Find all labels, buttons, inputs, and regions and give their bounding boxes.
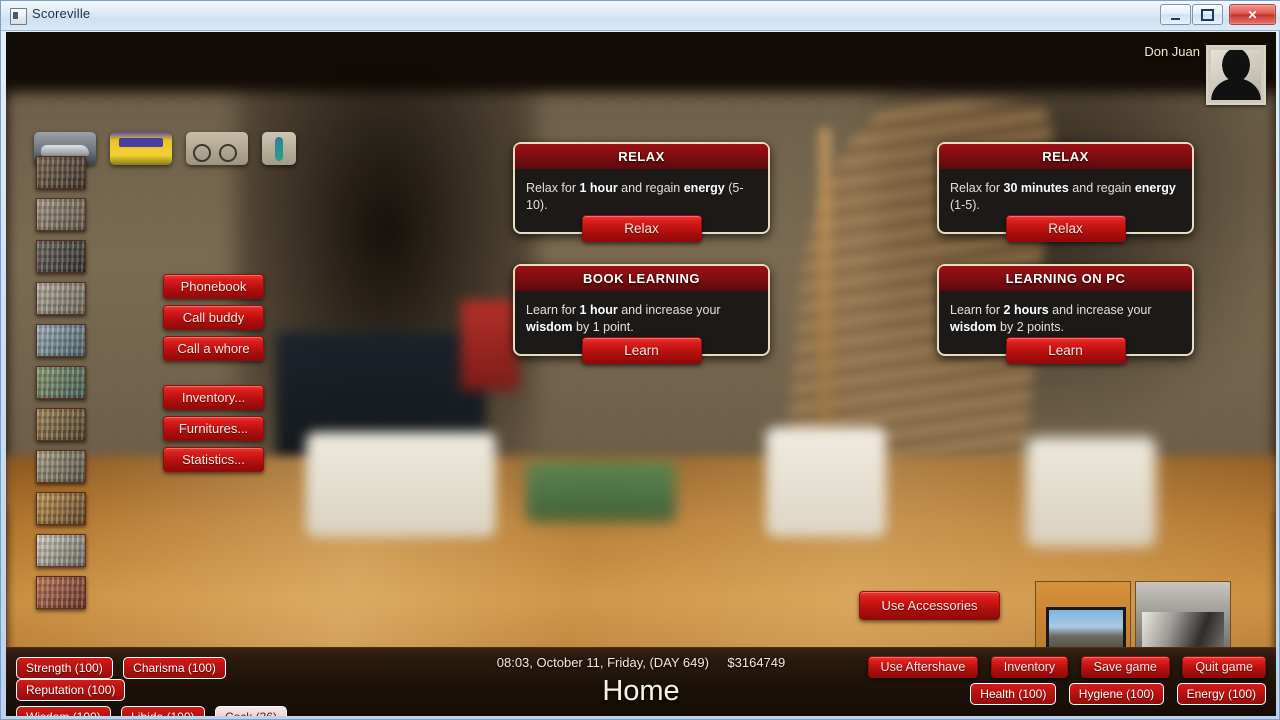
panel-relax-right: RELAX Relax for 30 minutes and regain en…: [937, 142, 1194, 242]
text-bold-stat: energy: [683, 181, 725, 195]
window-title: Scoreville: [32, 6, 91, 21]
status-bar-actions: Use Aftershave Inventory Save game Quit …: [860, 656, 1266, 705]
action-buttons-row: Use Aftershave Inventory Save game Quit …: [860, 656, 1266, 683]
text-pre: Learn for: [526, 303, 580, 317]
background-sofa-left: [306, 432, 496, 537]
use-aftershave-button[interactable]: Use Aftershave: [867, 656, 979, 678]
call-a-whore-button[interactable]: Call a whore: [163, 336, 264, 361]
book-learning-learn-button[interactable]: Learn: [581, 337, 702, 364]
stat-libido: Libido (100): [121, 706, 205, 716]
panel-learning-on-pc-title: LEARNING ON PC: [939, 266, 1192, 291]
avatar[interactable]: [1206, 45, 1266, 105]
transport-walk-icon[interactable]: [262, 132, 296, 165]
game-datetime: 08:03, October 11, Friday, (DAY 649): [496, 655, 709, 670]
call-buddy-button[interactable]: Call buddy: [163, 305, 264, 330]
text-mid: and increase your: [617, 303, 721, 317]
learning-on-pc-learn-button[interactable]: Learn: [1005, 337, 1126, 364]
stat-energy: Energy (100): [1176, 683, 1266, 705]
player-name: Don Juan: [1144, 44, 1200, 59]
stat-hygiene: Hygiene (100): [1068, 683, 1165, 705]
left-action-menu: Phonebook Call buddy Call a whore Invent…: [163, 274, 264, 478]
location-thumb-11[interactable]: [36, 576, 86, 609]
location-thumb-6[interactable]: [36, 366, 86, 399]
application-window: Scoreville ✕ Don Juan Phonebook Call bud…: [0, 0, 1280, 720]
stat-wisdom: Wisdom (100): [16, 706, 111, 716]
inventory-menu-button[interactable]: Inventory...: [163, 385, 264, 410]
location-strip: [36, 156, 86, 609]
stats-row-2: Wisdom (100) Libido (100) Cock (36): [16, 706, 346, 716]
text-pre: Learn for: [950, 303, 1004, 317]
furnitures-button[interactable]: Furnitures...: [163, 416, 264, 441]
stat-health: Health (100): [970, 683, 1057, 705]
panel-relax-left: RELAX Relax for 1 hour and regain energy…: [513, 142, 770, 242]
minimize-button[interactable]: [1160, 4, 1191, 25]
quit-game-button[interactable]: Quit game: [1182, 656, 1266, 678]
panel-relax-left-title: RELAX: [515, 144, 768, 169]
stat-cock: Cock (36): [214, 706, 287, 716]
text-mid: and regain: [1068, 181, 1135, 195]
vital-stats-row: Health (100) Hygiene (100) Energy (100): [860, 683, 1266, 705]
background-sofa-right: [1026, 437, 1156, 547]
player-money: $3164749: [727, 655, 786, 670]
location-thumb-1[interactable]: [36, 156, 86, 189]
close-button[interactable]: ✕: [1229, 4, 1276, 25]
text-mid: and increase your: [1048, 303, 1152, 317]
text-bold-stat: wisdom: [526, 320, 573, 334]
close-icon: ✕: [1247, 7, 1258, 22]
text-bold-duration: 1 hour: [579, 303, 618, 317]
game-viewport: Don Juan Phonebook Call buddy Call a who…: [6, 32, 1276, 716]
text-mid: and regain: [617, 181, 684, 195]
background-table: [526, 462, 676, 522]
relax-right-button[interactable]: Relax: [1005, 215, 1126, 242]
app-icon: [10, 8, 27, 25]
person-silhouette-icon: [1211, 50, 1261, 100]
text-pre: Relax for: [526, 181, 580, 195]
inventory-button[interactable]: Inventory: [990, 656, 1069, 678]
panel-book-learning: BOOK LEARNING Learn for 1 hour and incre…: [513, 264, 770, 364]
panel-learning-on-pc: LEARNING ON PC Learn for 2 hours and inc…: [937, 264, 1194, 364]
text-bold-duration: 2 hours: [1003, 303, 1049, 317]
panel-book-learning-title: BOOK LEARNING: [515, 266, 768, 291]
minimize-icon: [1161, 5, 1190, 24]
location-thumb-9[interactable]: [36, 492, 86, 525]
panel-relax-right-title: RELAX: [939, 144, 1192, 169]
status-bar: Strength (100) Charisma (100) Reputation…: [6, 647, 1276, 716]
transport-taxi-icon[interactable]: [110, 132, 172, 165]
text-bold-stat: wisdom: [950, 320, 997, 334]
text-bold-duration: 30 minutes: [1003, 181, 1069, 195]
text-post: by 2 points.: [996, 320, 1064, 334]
maximize-button[interactable]: [1192, 4, 1223, 25]
title-bar: Scoreville ✕: [1, 1, 1280, 31]
location-thumb-2[interactable]: [36, 198, 86, 231]
text-bold-duration: 1 hour: [579, 181, 618, 195]
location-thumb-5[interactable]: [36, 324, 86, 357]
location-thumb-8[interactable]: [36, 450, 86, 483]
location-thumb-7[interactable]: [36, 408, 86, 441]
menu-spacer: [163, 367, 264, 385]
transport-bicycle-icon[interactable]: [186, 132, 248, 165]
relax-left-button[interactable]: Relax: [581, 215, 702, 242]
location-thumb-4[interactable]: [36, 282, 86, 315]
text-pre: Relax for: [950, 181, 1004, 195]
use-accessories-button[interactable]: Use Accessories: [859, 591, 1000, 620]
maximize-icon: [1193, 5, 1222, 24]
text-post: by 1 point.: [572, 320, 634, 334]
text-bold-stat: energy: [1134, 181, 1176, 195]
save-game-button[interactable]: Save game: [1080, 656, 1170, 678]
statistics-button[interactable]: Statistics...: [163, 447, 264, 472]
background-sofa-center: [766, 427, 886, 537]
location-thumb-3[interactable]: [36, 240, 86, 273]
text-post: (1-5).: [950, 198, 980, 212]
phonebook-button[interactable]: Phonebook: [163, 274, 264, 299]
location-thumb-10[interactable]: [36, 534, 86, 567]
background-red-object: [461, 300, 519, 390]
